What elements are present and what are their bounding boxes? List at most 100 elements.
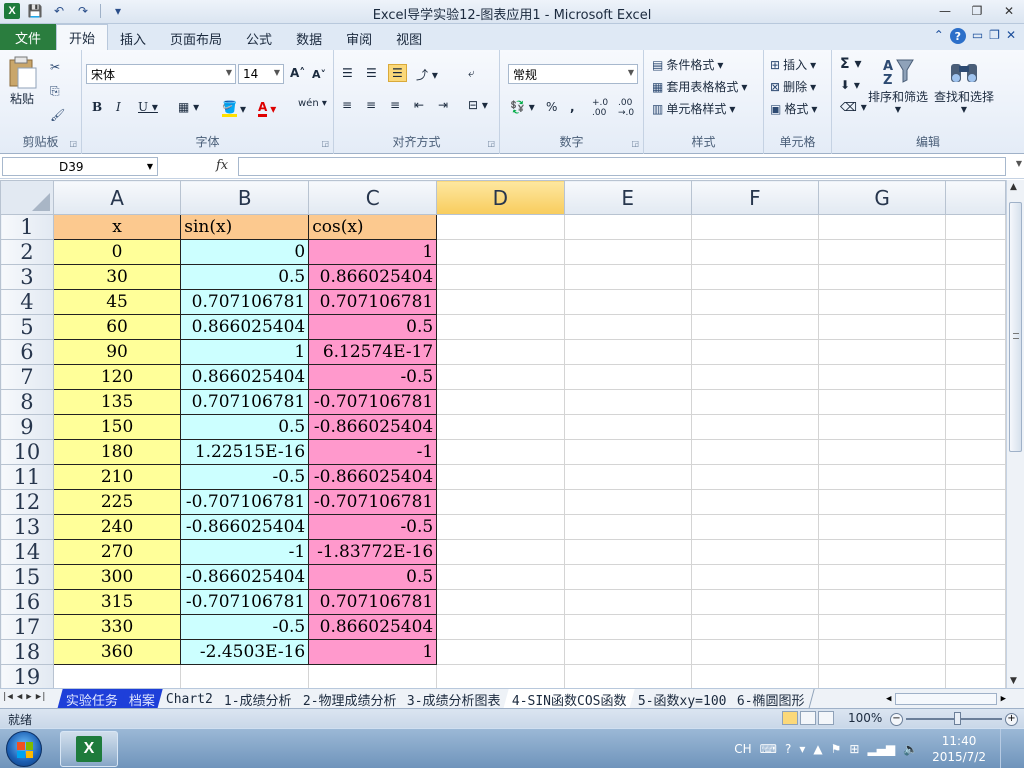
empty-cell[interactable] (436, 264, 565, 290)
first-sheet-icon[interactable]: |◀ (2, 692, 13, 702)
font-size-combo[interactable]: 14 ▼ (238, 64, 284, 84)
empty-cell[interactable] (945, 239, 1006, 265)
tab-home[interactable]: 开始 (56, 24, 109, 50)
percent-button[interactable]: % (546, 100, 557, 114)
insert-cells-button[interactable]: ⊞ 插入 ▾ (770, 56, 816, 73)
empty-cell[interactable] (818, 564, 947, 590)
number-launcher-icon[interactable]: ◲ (631, 139, 639, 148)
prev-sheet-icon[interactable]: ◀ (17, 692, 22, 702)
empty-cell[interactable] (563, 289, 692, 315)
row-header[interactable]: 5 (0, 314, 54, 340)
empty-cell[interactable] (945, 289, 1006, 315)
empty-cell[interactable] (690, 489, 820, 515)
x-value-cell[interactable]: 150 (52, 414, 182, 440)
column-header[interactable]: B (180, 180, 310, 215)
last-sheet-icon[interactable]: ▶| (36, 692, 47, 702)
row-header[interactable]: 7 (0, 364, 54, 390)
sin-value-cell[interactable]: 0.5 (180, 264, 310, 290)
empty-cell[interactable] (945, 339, 1006, 365)
zoom-thumb[interactable] (954, 712, 961, 725)
x-value-cell[interactable]: 360 (52, 639, 182, 665)
empty-cell[interactable] (945, 264, 1006, 290)
empty-cell[interactable] (818, 439, 947, 465)
tab-view[interactable]: 视图 (384, 26, 434, 50)
cos-value-cell[interactable]: 6.12574E-17 (308, 339, 438, 365)
tab-review[interactable]: 审阅 (334, 26, 384, 50)
empty-cell[interactable] (690, 239, 820, 265)
sheet-tab[interactable]: 1-成绩分析 (215, 689, 302, 709)
empty-cell[interactable] (945, 439, 1006, 465)
empty-cell[interactable] (945, 314, 1006, 340)
empty-cell[interactable] (436, 639, 565, 665)
empty-cell[interactable] (436, 564, 565, 590)
empty-cell[interactable] (563, 439, 692, 465)
empty-cell[interactable] (436, 314, 565, 340)
empty-cell[interactable] (818, 239, 947, 265)
italic-button[interactable]: I (116, 100, 121, 114)
options-icon[interactable]: ▾ (799, 742, 805, 756)
empty-cell[interactable] (690, 314, 820, 340)
sort-filter-button[interactable]: AZ 排序和筛选 ▼ (868, 56, 928, 114)
empty-cell[interactable] (436, 489, 565, 515)
row-header[interactable]: 6 (0, 339, 54, 365)
empty-cell[interactable] (563, 389, 692, 415)
sin-value-cell[interactable]: -0.5 (180, 614, 310, 640)
cos-value-cell[interactable]: -0.866025404 (308, 464, 438, 490)
tab-page-layout[interactable]: 页面布局 (158, 26, 234, 50)
copy-button[interactable]: ⎘ (50, 84, 60, 99)
empty-cell[interactable] (436, 664, 565, 688)
row-header[interactable]: 2 (0, 239, 54, 265)
security-icon[interactable]: ⚑ (831, 742, 842, 756)
grow-font-button[interactable]: A˄ (290, 66, 305, 80)
empty-cell[interactable] (436, 289, 565, 315)
scroll-right-icon[interactable]: ▶ (1001, 694, 1006, 704)
empty-cell[interactable] (818, 664, 947, 688)
cos-value-cell[interactable]: 0.707106781 (308, 289, 438, 315)
minimize-ribbon-icon[interactable]: ⌃ (934, 28, 944, 44)
row-header[interactable]: 19 (0, 664, 54, 688)
x-value-cell[interactable]: 45 (52, 289, 182, 315)
close-button[interactable]: ✕ (998, 2, 1020, 20)
cos-value-cell[interactable]: 0.5 (308, 564, 438, 590)
empty-cell[interactable] (818, 489, 947, 515)
row-header[interactable]: 16 (0, 589, 54, 615)
sheet-tab[interactable]: 5-函数xy=100 (628, 689, 736, 709)
cos-value-cell[interactable]: 0.866025404 (308, 264, 438, 290)
keyboard-icon[interactable]: ⌨ (760, 742, 777, 756)
empty-cell[interactable] (818, 639, 947, 665)
scroll-up-icon[interactable]: ▲ (1010, 182, 1017, 192)
x-value-cell[interactable]: 225 (52, 489, 182, 515)
empty-cell[interactable] (945, 214, 1006, 240)
paste-button[interactable]: 粘贴 (6, 56, 38, 107)
tab-formulas[interactable]: 公式 (234, 26, 284, 50)
empty-cell[interactable] (818, 264, 947, 290)
empty-cell[interactable] (818, 414, 947, 440)
action-center-icon[interactable]: ⊞ (849, 742, 859, 756)
sheet-tab[interactable]: Chart2 (157, 689, 223, 709)
redo-icon[interactable]: ↷ (74, 2, 92, 20)
increase-decimal-button[interactable]: +.0.00 (592, 98, 608, 118)
column-header[interactable]: G (818, 180, 947, 215)
x-value-cell[interactable]: 120 (52, 364, 182, 390)
empty-cell[interactable] (563, 264, 692, 290)
cos-value-cell[interactable]: -1 (308, 439, 438, 465)
page-break-view-button[interactable] (818, 711, 834, 725)
empty-cell[interactable] (436, 514, 565, 540)
row-header[interactable]: 4 (0, 289, 54, 315)
clock[interactable]: 11:40 2015/7/2 (932, 733, 986, 765)
clipboard-launcher-icon[interactable]: ◲ (69, 139, 77, 148)
empty-cell[interactable] (436, 439, 565, 465)
row-header[interactable]: 1 (0, 214, 54, 240)
x-value-cell[interactable]: 330 (52, 614, 182, 640)
empty-cell[interactable] (563, 514, 692, 540)
x-value-cell[interactable]: 180 (52, 439, 182, 465)
page-layout-view-button[interactable] (800, 711, 816, 725)
format-as-table-button[interactable]: ▦ 套用表格格式 ▾ (652, 78, 747, 95)
sin-value-cell[interactable]: 0.707106781 (180, 389, 310, 415)
align-left-button[interactable]: ≡ (342, 98, 352, 112)
next-sheet-icon[interactable]: ▶ (26, 692, 31, 702)
cos-value-cell[interactable]: -0.866025404 (308, 414, 438, 440)
column-header-selected[interactable]: D (436, 180, 565, 215)
empty-cell[interactable] (690, 464, 820, 490)
comma-button[interactable]: , (570, 100, 575, 114)
